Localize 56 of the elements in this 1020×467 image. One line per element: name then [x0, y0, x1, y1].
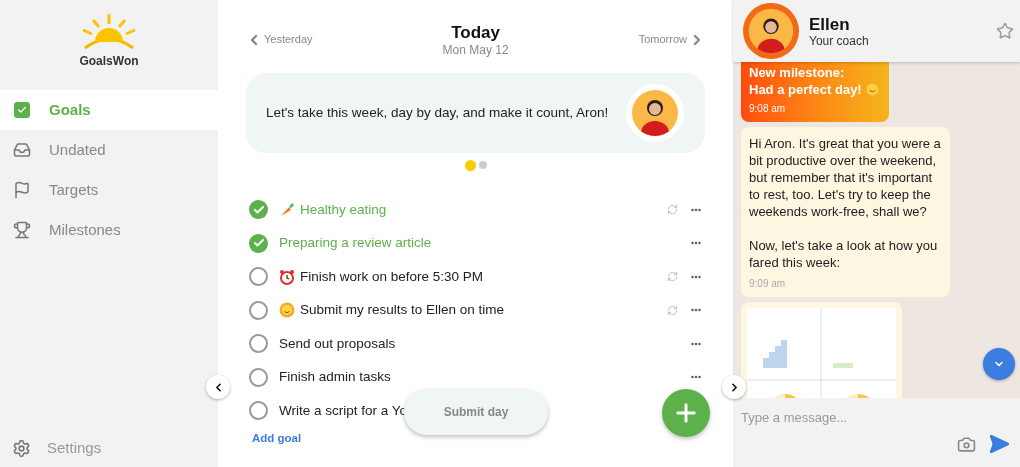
message-time: 9:09 am [749, 277, 787, 291]
alarm-clock-icon [279, 268, 295, 285]
message-composer[interactable]: Type a message... [733, 398, 1020, 467]
goal-title: Send out proposals [279, 334, 396, 353]
check-icon [252, 203, 265, 216]
coach-header-avatar [742, 2, 800, 60]
repeat-icon [667, 204, 678, 216]
tomorrow-link[interactable]: Tomorrow [638, 31, 705, 48]
milestone-text: Had a perfect day! [749, 81, 862, 98]
check-icon [14, 102, 30, 118]
repeat-icon [667, 271, 678, 283]
quote-text: Let's take this week, day by day, and make it count, Aron! [266, 103, 609, 122]
add-goal-link[interactable]: Add goal [252, 429, 302, 447]
coach-avatar [625, 83, 685, 143]
nav-item[interactable]: Targets [0, 170, 218, 210]
camera-icon[interactable] [957, 434, 976, 454]
goal-checkbox[interactable] [249, 200, 268, 220]
check-icon [252, 237, 265, 250]
coach-name: Ellen [809, 14, 851, 34]
submit-day-button[interactable]: Submit day [404, 389, 548, 435]
goal-checkbox[interactable] [249, 233, 268, 253]
star-icon[interactable] [996, 22, 1014, 40]
milestone-text: New milestone: [749, 64, 845, 81]
send-icon[interactable] [988, 433, 1010, 455]
settings-icon [12, 438, 31, 458]
nav-item[interactable]: Undated [0, 130, 218, 170]
nav-item[interactable]: Milestones [0, 210, 218, 250]
message-time: 9:08 am [749, 102, 787, 116]
goal-title: Healthy eating [300, 200, 387, 219]
goal-title: Finish work on before 5:30 PM [300, 267, 484, 286]
sun-face-icon [279, 302, 295, 319]
flag-icon [13, 181, 31, 199]
trophy-icon [13, 221, 31, 239]
settings-item[interactable]: Settings [0, 430, 218, 466]
coach-role: Your coach [809, 33, 869, 48]
smiley-icon [865, 83, 879, 96]
message-text: Now, let's take a look at how you fared this week: [749, 237, 939, 271]
repeat-icon [667, 304, 678, 316]
goal-title: Finish admin tasks [279, 368, 391, 387]
nav-item[interactable]: Goals [0, 90, 218, 130]
goal-checkbox[interactable] [249, 367, 268, 387]
day-date: Mon May 12 [442, 42, 509, 57]
brand-name: GoalsWon [79, 53, 139, 70]
goal-checkbox[interactable] [249, 334, 268, 354]
day-title: Today [451, 22, 500, 43]
goal-checkbox[interactable] [249, 401, 268, 421]
goal-checkbox[interactable] [249, 267, 268, 287]
add-button[interactable] [662, 389, 710, 437]
goal-checkbox[interactable] [249, 300, 268, 320]
yesterday-link[interactable]: Yesterday [246, 31, 313, 48]
goal-title: Submit my results to Ellen on time [300, 301, 505, 320]
sun-logo-icon [81, 12, 137, 52]
message-text: Hi Aron. It's great that you were a bit productive over the weekend, but remember that it's important to rest, too. Let's try to keep the weekends work-free, shall we? [749, 135, 942, 220]
carrot-icon [279, 201, 295, 218]
goal-title: Preparing a review article [279, 234, 432, 253]
inbox-icon [13, 141, 31, 159]
